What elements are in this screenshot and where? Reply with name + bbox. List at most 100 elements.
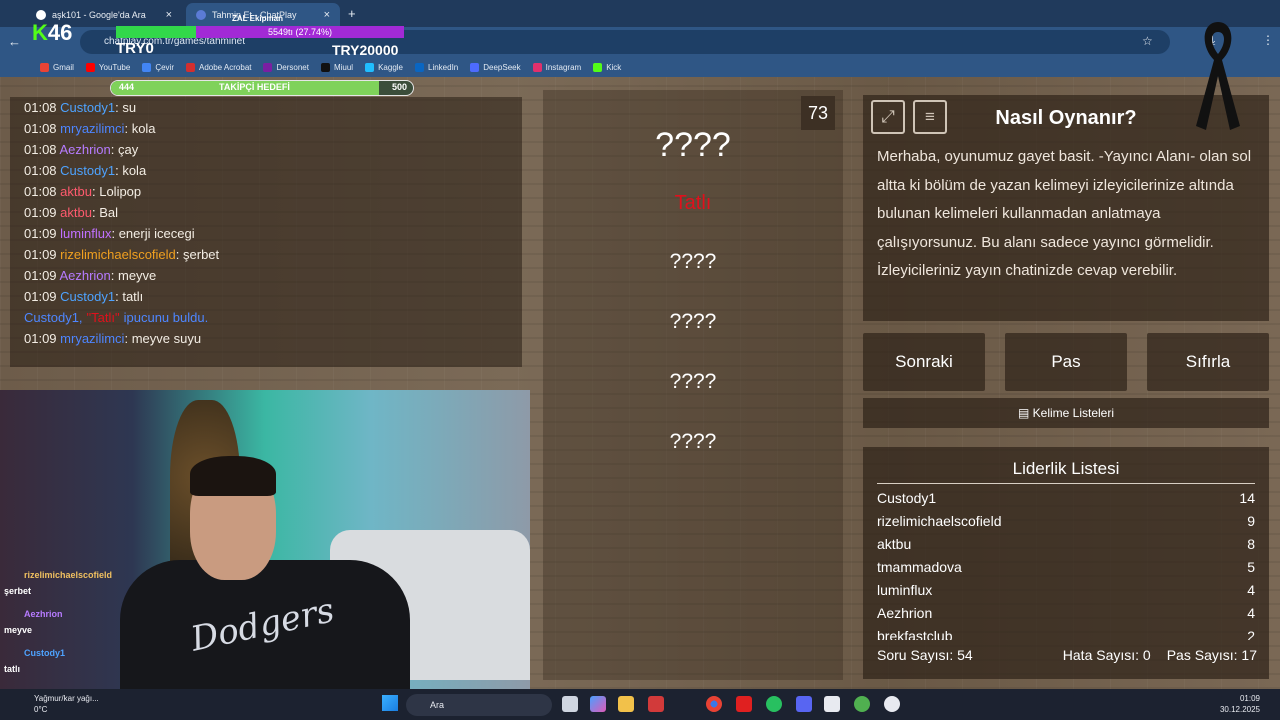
chat-system-message: Custody1, "Tatlı" ipucunu buldu. — [24, 307, 508, 328]
player-score: 9 — [1247, 513, 1255, 529]
chat-time: 01:08 — [24, 121, 57, 136]
word-slot: ???? — [669, 430, 717, 453]
chat-line: 01:09 rizelimichaelscofield: şerbet — [24, 247, 220, 262]
overlay-chat-message: şerbet — [4, 586, 32, 596]
word-lists-button[interactable]: ▤ Kelime Listeleri — [863, 398, 1269, 428]
next-button[interactable]: Sonraki — [863, 333, 985, 391]
youtube-icon[interactable] — [736, 696, 752, 712]
chat-time: 01:08 — [24, 184, 57, 199]
player-name: Aezhrion — [877, 605, 933, 621]
bookmark-item[interactable]: Miuul — [320, 62, 353, 72]
star-icon[interactable]: ☆ — [1142, 34, 1153, 48]
word-column: 73 ???? Tatlı ???? ???? ???? ???? — [543, 90, 843, 680]
overlay-chat-username: Aezhrion — [24, 609, 63, 619]
player-score: 4 — [1247, 582, 1255, 598]
bookmark-item[interactable]: Kaggle — [365, 62, 403, 72]
system-clock[interactable]: 01:09 30.12.2025 — [1220, 693, 1260, 715]
leaderboard-row: luminflux 4 — [877, 582, 1255, 604]
chat-username: Custody1 — [60, 289, 116, 304]
file-explorer-icon[interactable] — [618, 696, 634, 712]
chat-message: kola — [122, 163, 147, 178]
bookmark-label: Dersonet — [276, 62, 309, 72]
player-name: aktbu — [877, 536, 912, 552]
bookmark-label: Çevir — [155, 62, 174, 72]
weather-widget[interactable]: Yağmur/kar yağı... 0°C — [34, 693, 99, 715]
chat-username: Custody1 — [60, 100, 116, 115]
word-slot: ???? — [669, 310, 717, 333]
divider — [877, 483, 1255, 484]
app-icon[interactable] — [648, 696, 664, 712]
bookmark-icon — [593, 62, 603, 72]
bookmark-item[interactable]: Adobe Acrobat — [186, 62, 252, 72]
chat-line: 01:09 Custody1: tatlı — [24, 289, 144, 304]
bookmark-item[interactable]: DeepSeek — [470, 62, 521, 72]
browser-tabstrip: aşk101 - Google'da Ara × Tahmin Et - Cha… — [0, 0, 1280, 27]
follower-goal-label: TAKİPÇİ HEDEFİ — [219, 82, 290, 92]
bookmark-icon — [85, 62, 95, 72]
back-icon[interactable]: ← — [8, 34, 21, 49]
reset-button[interactable]: Sıfırla — [1147, 333, 1269, 391]
leaderboard-row: tmammadova 5 — [877, 559, 1255, 581]
bookmark-item[interactable]: LinkedIn — [415, 62, 458, 72]
bookmark-label: Kaggle — [378, 62, 403, 72]
chat-username: mryazilimci — [60, 121, 125, 136]
discord-icon[interactable] — [796, 696, 812, 712]
google-icon — [36, 10, 46, 20]
chat-time: 01:09 — [24, 205, 57, 220]
word-lists-label: Kelime Listeleri — [1032, 406, 1115, 420]
app-icon[interactable] — [854, 696, 870, 712]
chat-line: 01:09 luminflux: enerji icecegi — [24, 226, 195, 241]
overlay-chat-username: rizelimichaelscofield — [24, 570, 113, 580]
chat-message: Lolipop — [99, 184, 142, 199]
obs-icon[interactable] — [884, 696, 900, 712]
black-ribbon-icon — [1196, 22, 1240, 130]
chat-time: 01:09 — [24, 331, 57, 346]
follower-goal-target: 500 — [391, 82, 407, 92]
how-to-play-text: Merhaba, oyunumuz gayet basit. -Yayıncı … — [877, 148, 1252, 279]
weather-temp: 0°C — [34, 705, 48, 714]
player-score: 14 — [1239, 490, 1255, 506]
close-icon[interactable]: × — [166, 9, 172, 21]
start-icon[interactable] — [382, 695, 398, 711]
bookmark-item[interactable]: YouTube — [85, 62, 130, 72]
player-name: rizelimichaelscofield — [877, 513, 1002, 529]
bookmark-item[interactable]: Çevir — [142, 62, 174, 72]
chrome-icon[interactable] — [706, 696, 722, 712]
error-count: Hata Sayısı: 0 — [1062, 647, 1151, 663]
new-tab-button[interactable]: + — [348, 6, 356, 21]
chat-message: su — [122, 100, 137, 115]
bookmark-item[interactable]: Instagram — [532, 62, 581, 72]
overlay-ekip: ZAL Ekipman — [232, 14, 283, 23]
copilot-icon[interactable] — [590, 696, 606, 712]
bookmark-label: Adobe Acrobat — [199, 62, 252, 72]
taskbar-search[interactable]: Ara — [406, 694, 552, 716]
bookmark-icon — [186, 62, 195, 72]
menu-icon[interactable]: ⋮ — [1262, 33, 1274, 47]
question-count: Soru Sayısı: 54 — [877, 647, 973, 663]
chat-message: çay — [118, 142, 139, 157]
bookmark-icon — [365, 62, 375, 72]
app-icon[interactable] — [824, 696, 840, 712]
pass-button[interactable]: Pas — [1005, 333, 1127, 391]
chat-line: 01:08 Aezhrion: çay — [24, 142, 139, 157]
bookmark-icon — [532, 62, 542, 72]
bookmark-label: DeepSeek — [483, 62, 521, 72]
bookmark-label: Kick — [606, 62, 622, 72]
leaderboard-row: brekfastclub 2 — [877, 628, 1255, 640]
chat-username: mryazilimci — [60, 331, 125, 346]
chat-username: rizelimichaelscofield — [60, 247, 176, 262]
chat-time: 01:08 — [24, 142, 57, 157]
clock-time: 01:09 — [1239, 694, 1260, 703]
bookmark-item[interactable]: Kick — [593, 62, 622, 72]
word-slot: ???? — [655, 126, 731, 164]
chat-line: 01:08 mryazilimci: kola — [24, 121, 156, 136]
overlay-chat-message: tatlı — [4, 664, 21, 674]
webcam-feed: Dodgers rizelimichaelscofield şerbet Aezhr… — [0, 390, 530, 689]
whatsapp-icon[interactable] — [766, 696, 782, 712]
close-icon[interactable]: × — [324, 9, 330, 21]
leaderboard-panel: Liderlik Listesi Soru Sayısı: 54 Hata Sa… — [863, 447, 1269, 679]
chat-time: 01:09 — [24, 289, 57, 304]
task-view-icon[interactable] — [562, 696, 578, 712]
bookmark-item[interactable]: Dersonet — [263, 62, 309, 72]
bookmark-item[interactable]: Gmail — [40, 62, 74, 72]
